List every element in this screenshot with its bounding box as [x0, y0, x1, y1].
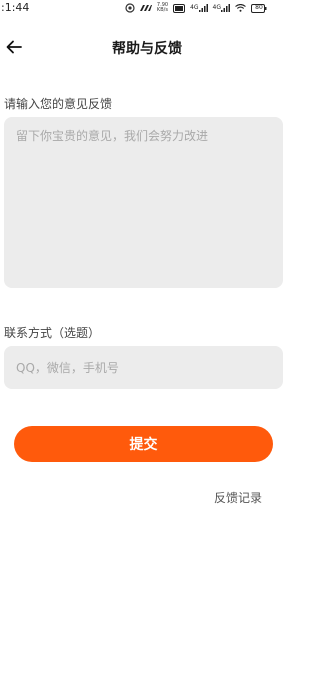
net-speed: 7.90 KB/s [157, 3, 168, 13]
wifi-icon [235, 4, 246, 12]
page-title: 帮助与反馈 [112, 41, 182, 57]
feedback-history-link[interactable]: 反馈记录 [214, 489, 262, 506]
contact-input[interactable] [4, 346, 283, 389]
signal-icon-2: 4G [213, 4, 230, 12]
app-notification-icon [139, 4, 152, 12]
status-time: :1:44 [1, 1, 30, 14]
status-bar: :1:44 7.90 KB/s 4G 4G 80 [0, 0, 294, 18]
feedback-textarea[interactable] [4, 117, 283, 288]
signal-icon-1: 4G [190, 4, 208, 12]
submit-button[interactable]: 提交 [14, 426, 273, 462]
status-icons: 7.90 KB/s 4G 4G 80 [125, 3, 267, 13]
signal-1-label: 4G [190, 4, 199, 11]
camera-icon [125, 3, 135, 13]
feedback-label: 请输入您的意见反馈 [4, 97, 113, 111]
feedback-page: :1:44 7.90 KB/s 4G 4G 80 帮助与反馈 请输入您的意见反馈… [0, 0, 294, 691]
battery-level: 80 [255, 4, 263, 11]
contact-label: 联系方式（选题） [4, 326, 101, 340]
hd-icon [173, 3, 186, 13]
signal-2-label: 4G [212, 4, 221, 11]
net-speed-unit: KB/s [156, 7, 168, 13]
header: 帮助与反馈 [0, 32, 294, 62]
battery-icon: 80 [251, 3, 267, 13]
